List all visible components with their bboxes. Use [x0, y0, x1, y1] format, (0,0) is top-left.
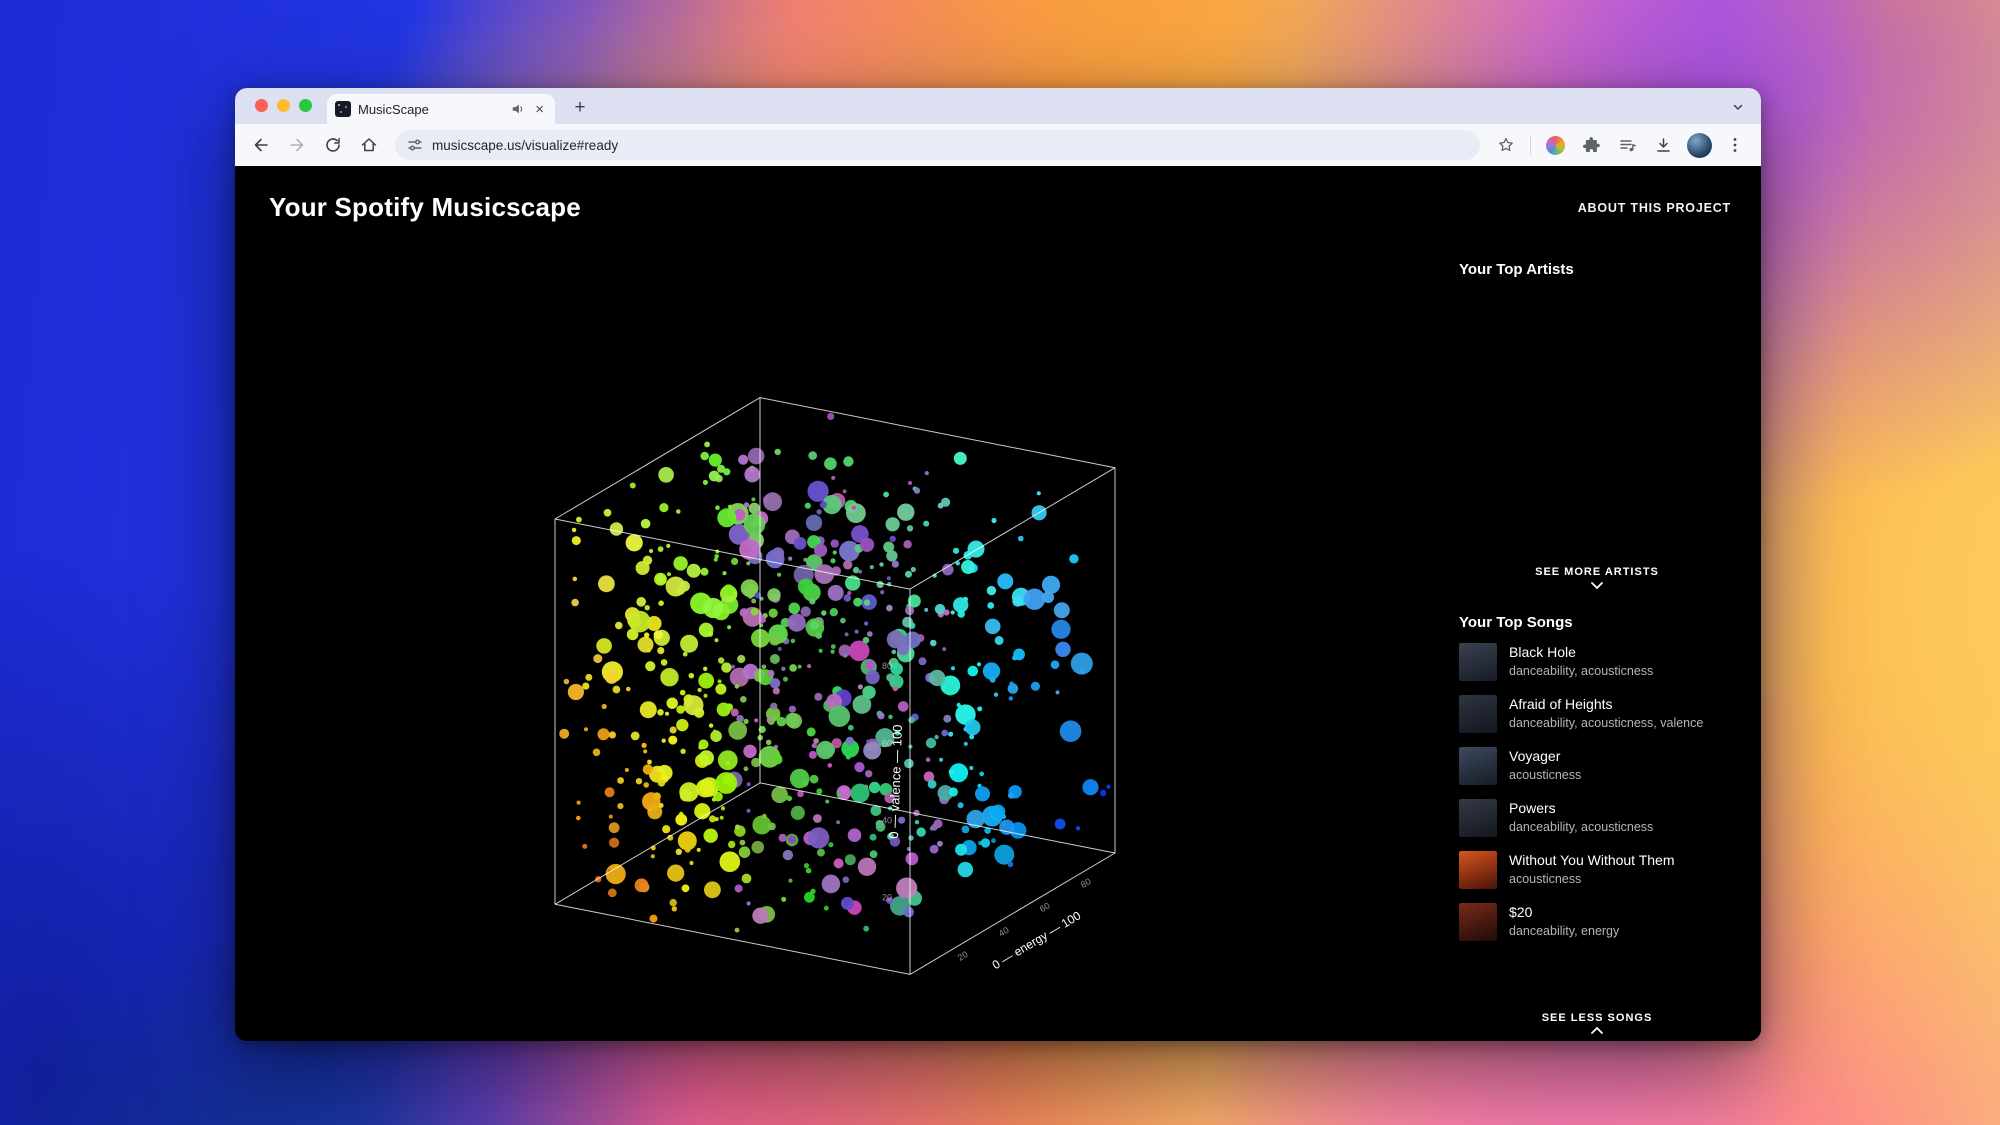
svg-text:80: 80: [1079, 876, 1093, 890]
close-window-button[interactable]: [255, 99, 268, 112]
page-title: Your Spotify Musicscape: [269, 192, 581, 222]
album-art: [1459, 799, 1497, 837]
desktop-wallpaper: MusicScape × + musicscape.us/visualize#r…: [0, 0, 2000, 1125]
traffic-lights: [255, 99, 312, 112]
browser-tab[interactable]: MusicScape ×: [327, 94, 555, 124]
svg-text:60: 60: [1038, 901, 1052, 915]
song-row[interactable]: Afraid of Heights danceability, acousticn…: [1459, 695, 1735, 733]
song-features: acousticness: [1509, 768, 1582, 782]
address-bar[interactable]: musicscape.us/visualize#ready: [395, 130, 1480, 160]
toolbar-separator: [1530, 135, 1531, 155]
url-text: musicscape.us/visualize#ready: [432, 137, 619, 153]
extensions-puzzle-button[interactable]: [1575, 129, 1607, 161]
svg-text:80: 80: [882, 661, 892, 671]
browser-toolbar: musicscape.us/visualize#ready: [235, 124, 1761, 166]
song-features: danceability, acousticness, valence: [1509, 716, 1704, 730]
back-button[interactable]: [245, 129, 277, 161]
about-project-link[interactable]: ABOUT THIS PROJECT: [1578, 201, 1731, 215]
song-row[interactable]: Powers danceability, acousticness: [1459, 799, 1735, 837]
top-artists-grid: [1459, 278, 1735, 566]
browser-menu-button[interactable]: [1719, 129, 1751, 161]
see-more-artists-button[interactable]: SEE MORE ARTISTS: [1497, 566, 1697, 590]
top-artists-heading: Your Top Artists: [1459, 261, 1574, 278]
chevron-up-icon: [1591, 1026, 1603, 1034]
tab-search-chevron-icon[interactable]: [1727, 96, 1749, 118]
tab-favicon: [335, 101, 351, 117]
svg-text:60: 60: [882, 738, 892, 748]
profile-avatar[interactable]: [1683, 129, 1715, 161]
downloads-button[interactable]: [1647, 129, 1679, 161]
sidebar: Your Top Artists SEE MORE ARTISTS Your T…: [1459, 166, 1761, 1041]
song-row[interactable]: Black Hole danceability, acousticness: [1459, 643, 1735, 681]
song-title: Black Hole: [1509, 644, 1576, 660]
song-row[interactable]: Voyager acousticness: [1459, 747, 1735, 785]
song-features: danceability, acousticness: [1509, 664, 1654, 678]
album-art: [1459, 903, 1497, 941]
page-content: Your Spotify Musicscape ABOUT THIS PROJE…: [235, 166, 1761, 1041]
see-less-songs-button[interactable]: SEE LESS SONGS: [1459, 1002, 1735, 1035]
svg-text:20: 20: [956, 949, 970, 963]
tab-strip: MusicScape × +: [235, 88, 1761, 124]
song-row[interactable]: $20 danceability, energy: [1459, 903, 1735, 941]
song-title: Powers: [1509, 800, 1556, 816]
song-row[interactable]: Without You Without Them acousticness: [1459, 851, 1735, 889]
top-songs-heading: Your Top Songs: [1459, 614, 1573, 631]
album-art: [1459, 747, 1497, 785]
svg-text:40: 40: [882, 815, 892, 825]
svg-text:40: 40: [997, 925, 1011, 939]
color-wheel-icon: [1545, 135, 1565, 155]
song-title: Afraid of Heights: [1509, 696, 1613, 712]
song-features: danceability, acousticness: [1509, 820, 1654, 834]
scatter-points: [559, 412, 1111, 933]
bookmark-star-button[interactable]: [1490, 129, 1522, 161]
browser-window: MusicScape × + musicscape.us/visualize#r…: [235, 88, 1761, 1041]
see-more-artists-label: SEE MORE ARTISTS: [1535, 566, 1659, 578]
album-art: [1459, 851, 1497, 889]
site-settings-icon[interactable]: [407, 137, 423, 153]
song-features: danceability, energy: [1509, 924, 1620, 938]
media-controls-button[interactable]: [1611, 129, 1643, 161]
song-title: Voyager: [1509, 748, 1561, 764]
album-art: [1459, 643, 1497, 681]
home-button[interactable]: [353, 129, 385, 161]
tab-title: MusicScape: [358, 101, 429, 117]
tab-audio-icon[interactable]: [511, 102, 525, 116]
album-art: [1459, 695, 1497, 733]
avatar-image: [1686, 132, 1712, 158]
song-title: $20: [1509, 904, 1533, 920]
zoom-window-button[interactable]: [299, 99, 312, 112]
reload-button[interactable]: [317, 129, 349, 161]
song-title: Without You Without Them: [1509, 852, 1675, 868]
chevron-down-icon: [1591, 582, 1603, 590]
musicscape-3d-scatter[interactable]: 0 — valence — 10020406080204060800 — ene…: [235, 166, 1485, 1041]
energy-axis-title: 0 — energy — 100: [990, 908, 1084, 972]
top-songs-list: Black Hole danceability, acousticness Afra…: [1459, 643, 1735, 941]
see-less-songs-label: SEE LESS SONGS: [1541, 1012, 1653, 1024]
tab-close-icon[interactable]: ×: [532, 101, 547, 118]
svg-text:20: 20: [882, 892, 892, 902]
song-features: acousticness: [1509, 872, 1582, 886]
new-tab-button[interactable]: +: [567, 95, 593, 121]
forward-button[interactable]: [281, 129, 313, 161]
extension-color-wheel-button[interactable]: [1539, 129, 1571, 161]
page-header: Your Spotify Musicscape ABOUT THIS PROJE…: [235, 166, 1761, 223]
minimize-window-button[interactable]: [277, 99, 290, 112]
